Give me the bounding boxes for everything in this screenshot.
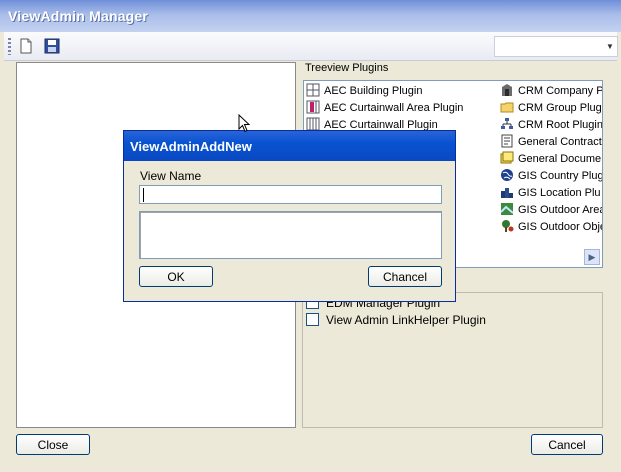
outdoor-area-icon: [500, 202, 514, 216]
toolbar: ▼: [4, 32, 618, 61]
list-item[interactable]: AEC Building Plugin: [306, 83, 496, 100]
plugin-label: CRM Root Plugin: [518, 119, 603, 131]
list-item[interactable]: CRM Company P: [500, 83, 603, 100]
view-name-label: View Name: [140, 169, 202, 183]
plugin-label: GIS Country Plug: [518, 170, 603, 182]
plugin-column-1: AEC Building Plugin AEC Curtainwall Area…: [306, 83, 496, 134]
description-textarea[interactable]: [139, 211, 442, 259]
save-disk-icon[interactable]: [42, 36, 62, 56]
plugin-checkbox-label: View Admin LinkHelper Plugin: [326, 313, 486, 327]
aec-building-icon: [306, 83, 320, 97]
mouse-cursor-icon: [238, 113, 252, 137]
view-name-input[interactable]: [139, 185, 442, 204]
globe-icon: [500, 168, 514, 182]
text-caret: [143, 188, 144, 202]
plugin-label: GIS Location Plu: [518, 187, 601, 199]
ok-button[interactable]: OK: [139, 266, 213, 287]
plugin-checkbox-row[interactable]: View Admin LinkHelper Plugin: [306, 312, 486, 329]
plugin-label: GIS Outdoor Area: [518, 204, 603, 216]
chevron-down-icon[interactable]: ▼: [603, 37, 617, 56]
crm-company-icon: [500, 83, 514, 97]
window-titlebar[interactable]: ViewAdmin Manager: [0, 0, 621, 32]
dialog-title: ViewAdminAddNew: [130, 139, 252, 154]
plugin-label: CRM Group Plug: [518, 102, 602, 114]
add-new-view-dialog: ViewAdminAddNew View Name OK Chancel: [123, 130, 456, 302]
plugin-label: GIS Outdoor Obje: [518, 221, 603, 233]
list-item[interactable]: CRM Group Plug: [500, 100, 602, 117]
dialog-titlebar[interactable]: ViewAdminAddNew: [124, 131, 455, 161]
aec-curtainwall-area-icon: [306, 100, 320, 114]
dialog-cancel-button[interactable]: Chancel: [368, 266, 442, 287]
folder-icon: [500, 100, 514, 114]
plugin-label: AEC Curtainwall Area Plugin: [324, 102, 464, 114]
checkbox[interactable]: [306, 313, 319, 326]
aec-curtainwall-icon: [306, 117, 320, 131]
view-select-combo[interactable]: ▼: [494, 36, 618, 57]
scroll-right-button[interactable]: ▶: [584, 249, 600, 265]
plugin-label: General Docume: [518, 153, 602, 165]
close-button[interactable]: Close: [16, 434, 90, 455]
contract-icon: [500, 134, 514, 148]
hierarchy-icon: [500, 117, 514, 131]
list-item[interactable]: CRM Root Plugin: [500, 117, 603, 134]
list-item[interactable]: GIS Outdoor Area: [500, 202, 603, 219]
list-item[interactable]: AEC Curtainwall Area Plugin: [306, 100, 496, 117]
list-item[interactable]: General Docume: [500, 151, 602, 168]
location-icon: [500, 185, 514, 199]
list-item[interactable]: General Contract: [500, 134, 602, 151]
toolbar-grip[interactable]: [8, 38, 11, 55]
outdoor-object-icon: [500, 219, 514, 233]
list-item[interactable]: GIS Outdoor Obje: [500, 219, 603, 236]
cancel-button[interactable]: Cancel: [531, 434, 603, 455]
treeview-plugins-label: Treeview Plugins: [305, 62, 389, 74]
list-item[interactable]: GIS Country Plug: [500, 168, 603, 185]
plugin-label: General Contract: [518, 136, 602, 148]
plugin-label: CRM Company P: [518, 85, 603, 97]
window-title: ViewAdmin Manager: [8, 8, 149, 24]
plugin-column-2: CRM Company P CRM Group Plug CRM Root Pl…: [500, 83, 603, 236]
list-item[interactable]: GIS Location Plu: [500, 185, 601, 202]
document-icon: [500, 151, 514, 165]
new-document-icon[interactable]: [16, 36, 36, 56]
plugins-groupbox: EDM Manager Plugin View Admin LinkHelper…: [302, 292, 603, 428]
plugin-label: AEC Building Plugin: [324, 85, 423, 97]
